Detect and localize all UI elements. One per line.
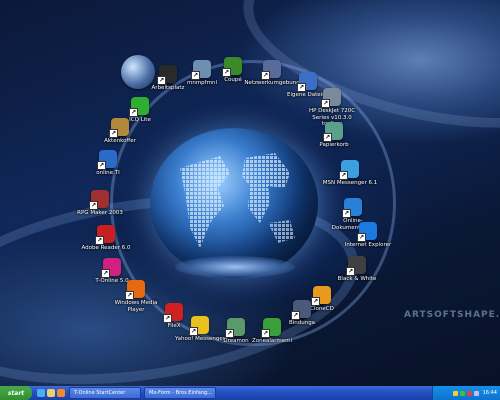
shortcut-arrow-icon: ↗ — [339, 171, 348, 180]
shortcut-arrow-icon: ↗ — [261, 329, 270, 338]
shortcut-arrow-icon: ↗ — [191, 71, 200, 80]
book-icon: ↗ — [342, 198, 362, 218]
start-button[interactable]: start — [0, 386, 32, 400]
tray-icon-4[interactable] — [473, 390, 479, 396]
snake-icon: ↗ — [222, 57, 242, 77]
msn-messenger-icon: ↗ — [339, 160, 359, 180]
desktop-icon-label: Papierkorb — [319, 142, 349, 148]
globe-pedestal — [175, 256, 295, 278]
media-player-icon: ↗ — [125, 280, 145, 300]
adobe-reader-icon: ↗ — [95, 225, 115, 245]
shortcut-arrow-icon: ↗ — [163, 314, 172, 323]
shortcut-arrow-icon: ↗ — [321, 99, 330, 108]
desktop-icon-label: Zonealarmeml — [251, 338, 293, 344]
desktop-icon[interactable]: ↗ MSN Messenger 6.1 — [322, 160, 378, 187]
desktop-icon-label: Black & White — [337, 276, 377, 282]
shortcut-arrow-icon: ↗ — [125, 291, 134, 300]
desktop-icon[interactable]: ↗ Aktenkoffer — [92, 118, 148, 145]
game-icon: ↗ — [346, 256, 366, 276]
quick-launch-bar — [36, 389, 66, 397]
t-online-icon: ↗ — [101, 258, 121, 278]
shortcut-arrow-icon: ↗ — [89, 201, 98, 210]
shortcut-arrow-icon: ↗ — [357, 233, 366, 242]
desktop-icon[interactable]: ↗ Adobe Reader 6.0 — [78, 225, 134, 252]
shortcut-arrow-icon: ↗ — [261, 71, 270, 80]
disk-icon: ↗ — [291, 300, 311, 320]
tray-icon-3[interactable] — [466, 390, 472, 396]
shortcut-arrow-icon: ↗ — [225, 329, 234, 338]
shortcut-arrow-icon: ↗ — [157, 76, 166, 85]
shortcut-arrow-icon: ↗ — [222, 68, 231, 77]
desktop-icon-label: RPG Maker 2003 — [77, 210, 123, 216]
yahoo-messenger-icon: ↗ — [189, 316, 209, 336]
taskbar-button[interactable]: T-Online StartCenter — [69, 387, 141, 399]
desktop-icon[interactable]: ↗ Zonealarmeml — [244, 318, 300, 345]
tray-icon-2[interactable] — [459, 390, 465, 396]
desktop-icon-label: Adobe Reader 6.0 — [81, 245, 131, 251]
desktop-icon-label: Coupé — [224, 77, 242, 83]
zonealarm-icon: ↗ — [261, 318, 281, 338]
desktop-icon[interactable]: ↗ online.TI — [80, 150, 136, 177]
recycle-bin-icon: ↗ — [323, 122, 343, 142]
shortcut-arrow-icon: ↗ — [129, 108, 138, 117]
taskbar: start T-Online StartCenter Mx-Form - Bros… — [0, 386, 500, 400]
globe-icon: ↗ — [97, 150, 117, 170]
desktop-icon-label: MSN Messenger 6.1 — [322, 180, 378, 186]
tray-icon-1[interactable] — [452, 390, 458, 396]
desktop-icon[interactable]: ↗ Papierkorb — [306, 122, 362, 149]
clock[interactable]: 16:44 — [483, 390, 497, 396]
system-tray: 16:44 — [432, 386, 500, 400]
ie-quicklaunch-icon[interactable] — [37, 389, 45, 397]
shortcut-arrow-icon: ↗ — [346, 267, 355, 276]
network-icon: ↗ — [261, 60, 281, 80]
desktop-icon-label: Aktenkoffer — [104, 138, 136, 144]
briefcase-icon: ↗ — [109, 118, 129, 138]
shortcut-arrow-icon: ↗ — [109, 129, 118, 138]
mediaplayer-quicklaunch-icon[interactable] — [57, 389, 65, 397]
desktop-icon[interactable]: ↗ RPG Maker 2003 — [72, 190, 128, 217]
shortcut-arrow-icon: ↗ — [323, 133, 332, 142]
desktop-icon-label: Internet Explorer — [344, 242, 392, 248]
desktop-quicklaunch-icon[interactable] — [47, 389, 55, 397]
shortcut-arrow-icon: ↗ — [101, 269, 110, 278]
rpg-maker-icon: ↗ — [89, 190, 109, 210]
task-list: T-Online StartCenter Mx-Form - Bros Einfa… — [66, 387, 216, 399]
taskbar-button[interactable]: Mx-Form - Bros Einfang... — [144, 387, 216, 399]
printer-icon: ↗ — [321, 88, 341, 108]
desktop-icon-label: online.TI — [96, 170, 120, 176]
shortcut-arrow-icon: ↗ — [95, 236, 104, 245]
desktop-icon[interactable]: ↗ Black & White — [329, 256, 385, 283]
shortcut-arrow-icon: ↗ — [342, 209, 351, 218]
shortcut-arrow-icon: ↗ — [189, 327, 198, 336]
shortcut-arrow-icon: ↗ — [97, 161, 106, 170]
desktop-icon[interactable]: ↗ Internet Explorer — [340, 222, 396, 249]
dreamon-icon: ↗ — [225, 318, 245, 338]
flower-icon: ↗ — [129, 97, 149, 117]
internet-explorer-icon: ↗ — [357, 222, 377, 242]
wallpaper-watermark: ARTSOFTSHAPE.COM — [404, 310, 500, 320]
desktop: ARTSOFTSHAPE.COM ↗Arbeitsplatz↗mnmpfmnl↗… — [0, 0, 500, 386]
